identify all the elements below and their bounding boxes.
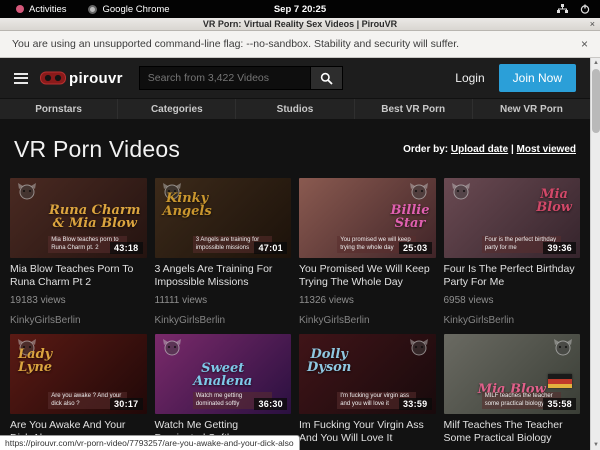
video-duration-badge: 47:01 xyxy=(254,242,287,254)
video-grid: Runa Charm & Mia Blow Mia Blow teaches p… xyxy=(10,178,580,450)
thumbnail-overlay-title: Runa Charm & Mia Blow xyxy=(49,204,140,230)
video-thumbnail[interactable]: Runa Charm & Mia Blow Mia Blow teaches p… xyxy=(10,178,147,258)
order-by-separator: | xyxy=(511,144,514,155)
studio-cat-logo-icon xyxy=(408,182,430,200)
video-card[interactable]: Dolly Dyson I'm fucking your virgin ass … xyxy=(299,334,436,450)
order-by-upload-date-link[interactable]: Upload date xyxy=(451,144,508,155)
unsupported-flag-warning: You are using an unsupported command-lin… xyxy=(0,31,600,58)
order-by-controls: Order by: Upload date | Most viewed xyxy=(403,144,576,155)
video-card[interactable]: Runa Charm & Mia Blow Mia Blow teaches p… xyxy=(10,178,147,326)
page-title: VR Porn Videos xyxy=(14,136,180,163)
window-close-icon[interactable]: × xyxy=(590,19,595,29)
video-title-link[interactable]: Milf Teaches The Teacher Some Practical … xyxy=(444,419,581,444)
video-title-link[interactable]: 3 Angels Are Training For Impossible Mis… xyxy=(155,263,292,288)
video-thumbnail[interactable]: Lady Lyne Are you awake ? And your dick … xyxy=(10,334,147,414)
clock[interactable]: Sep 7 20:25 xyxy=(0,4,600,15)
video-duration-badge: 33:59 xyxy=(399,398,432,410)
site-header: pirouvr Login Join Now xyxy=(0,58,590,98)
network-icon[interactable] xyxy=(557,4,568,14)
power-icon[interactable] xyxy=(580,4,590,14)
main-nav: Pornstars Categories Studios Best VR Por… xyxy=(0,98,590,119)
join-now-button[interactable]: Join Now xyxy=(499,64,576,92)
browser-title-bar: VR Porn: Virtual Reality Sex Videos | Pi… xyxy=(0,18,600,31)
video-card[interactable]: Sweet Analena Watch me getting dominated… xyxy=(155,334,292,450)
video-card[interactable]: Billie Star You promised we will keep tr… xyxy=(299,178,436,326)
video-duration-badge: 35:58 xyxy=(543,398,576,410)
nav-item-new-vr[interactable]: New VR Porn xyxy=(473,99,590,119)
video-title-link[interactable]: You Promised We Will Keep Trying The Who… xyxy=(299,263,436,288)
video-views: 11326 views xyxy=(299,295,436,306)
scrollbar-thumb[interactable] xyxy=(592,69,600,133)
video-duration-badge: 39:36 xyxy=(543,242,576,254)
video-card[interactable]: Kinky Angels 3 Angels are training for i… xyxy=(155,178,292,326)
order-by-label: Order by: xyxy=(403,144,448,155)
status-bar-url: https://pirouvr.com/vr-porn-video/779325… xyxy=(0,435,300,450)
thumbnail-overlay-title: Kinky Angels xyxy=(163,192,212,218)
video-studio-link[interactable]: KinkyGirlsBerlin xyxy=(10,315,147,326)
video-duration-badge: 43:18 xyxy=(110,242,143,254)
browser-viewport: ▲ ▼ pirouvr xyxy=(0,58,600,450)
video-title-link[interactable]: Im Fucking Your Virgin Ass And You Will … xyxy=(299,419,436,444)
video-thumbnail[interactable]: Mia Blow MILF teaches the teacher some p… xyxy=(444,334,581,414)
order-by-most-viewed-link[interactable]: Most viewed xyxy=(517,144,576,155)
vr-headset-icon xyxy=(40,71,66,86)
studio-cat-logo-icon xyxy=(450,182,472,200)
search-button[interactable] xyxy=(311,66,343,90)
thumbnail-overlay-title: Lady Lyne xyxy=(18,348,52,374)
video-studio-link[interactable]: KinkyGirlsBerlin xyxy=(155,315,292,326)
video-views: 6958 views xyxy=(444,295,581,306)
video-duration-badge: 25:03 xyxy=(399,242,432,254)
german-flag-icon xyxy=(548,374,572,388)
site-logo-text: pirouvr xyxy=(69,70,123,87)
thumbnail-overlay-title: Dolly Dyson xyxy=(307,348,351,374)
video-views: 11111 views xyxy=(155,295,292,306)
video-views: 19183 views xyxy=(10,295,147,306)
video-studio-link[interactable]: KinkyGirlsBerlin xyxy=(299,315,436,326)
video-card[interactable]: Mia Blow Four is the perfect birthday pa… xyxy=(444,178,581,326)
scrollbar-down-icon[interactable]: ▼ xyxy=(591,440,600,450)
video-duration-badge: 30:17 xyxy=(110,398,143,410)
video-card[interactable]: Mia Blow MILF teaches the teacher some p… xyxy=(444,334,581,450)
nav-item-pornstars[interactable]: Pornstars xyxy=(0,99,118,119)
system-top-bar: Activities Google Chrome Sep 7 20:25 xyxy=(0,0,600,18)
video-thumbnail[interactable]: Billie Star You promised we will keep tr… xyxy=(299,178,436,258)
vertical-scrollbar[interactable]: ▲ ▼ xyxy=(590,58,600,450)
thumbnail-overlay-title: Mia Blow xyxy=(536,188,572,214)
login-link[interactable]: Login xyxy=(455,71,484,85)
video-thumbnail[interactable]: Sweet Analena Watch me getting dominated… xyxy=(155,334,292,414)
thumbnail-overlay-title: Sweet Analena xyxy=(155,362,292,388)
video-thumbnail[interactable]: Kinky Angels 3 Angels are training for i… xyxy=(155,178,292,258)
studio-cat-logo-icon xyxy=(16,182,38,200)
site-logo[interactable]: pirouvr xyxy=(40,70,123,87)
nav-item-categories[interactable]: Categories xyxy=(118,99,236,119)
studio-cat-logo-icon xyxy=(552,338,574,356)
studio-cat-logo-icon xyxy=(408,338,430,356)
nav-item-best-vr[interactable]: Best VR Porn xyxy=(355,99,473,119)
video-thumbnail[interactable]: Dolly Dyson I'm fucking your virgin ass … xyxy=(299,334,436,414)
tab-title: VR Porn: Virtual Reality Sex Videos | Pi… xyxy=(203,19,397,29)
warning-text: You are using an unsupported command-lin… xyxy=(12,38,459,50)
video-studio-link[interactable]: KinkyGirlsBerlin xyxy=(444,315,581,326)
scrollbar-up-icon[interactable]: ▲ xyxy=(591,58,600,68)
hamburger-menu-icon[interactable] xyxy=(14,73,28,84)
search-icon xyxy=(320,72,333,85)
thumbnail-overlay-title: Billie Star xyxy=(390,204,429,230)
warning-close-icon[interactable]: × xyxy=(581,37,588,51)
video-title-link[interactable]: Four Is The Perfect Birthday Party For M… xyxy=(444,263,581,288)
studio-cat-logo-icon xyxy=(161,338,183,356)
nav-item-studios[interactable]: Studios xyxy=(236,99,354,119)
video-title-link[interactable]: Mia Blow Teaches Porn To Runa Charm Pt 2 xyxy=(10,263,147,288)
video-duration-badge: 36:30 xyxy=(254,398,287,410)
video-card[interactable]: Lady Lyne Are you awake ? And your dick … xyxy=(10,334,147,450)
video-thumbnail[interactable]: Mia Blow Four is the perfect birthday pa… xyxy=(444,178,581,258)
search-input[interactable] xyxy=(139,66,311,90)
